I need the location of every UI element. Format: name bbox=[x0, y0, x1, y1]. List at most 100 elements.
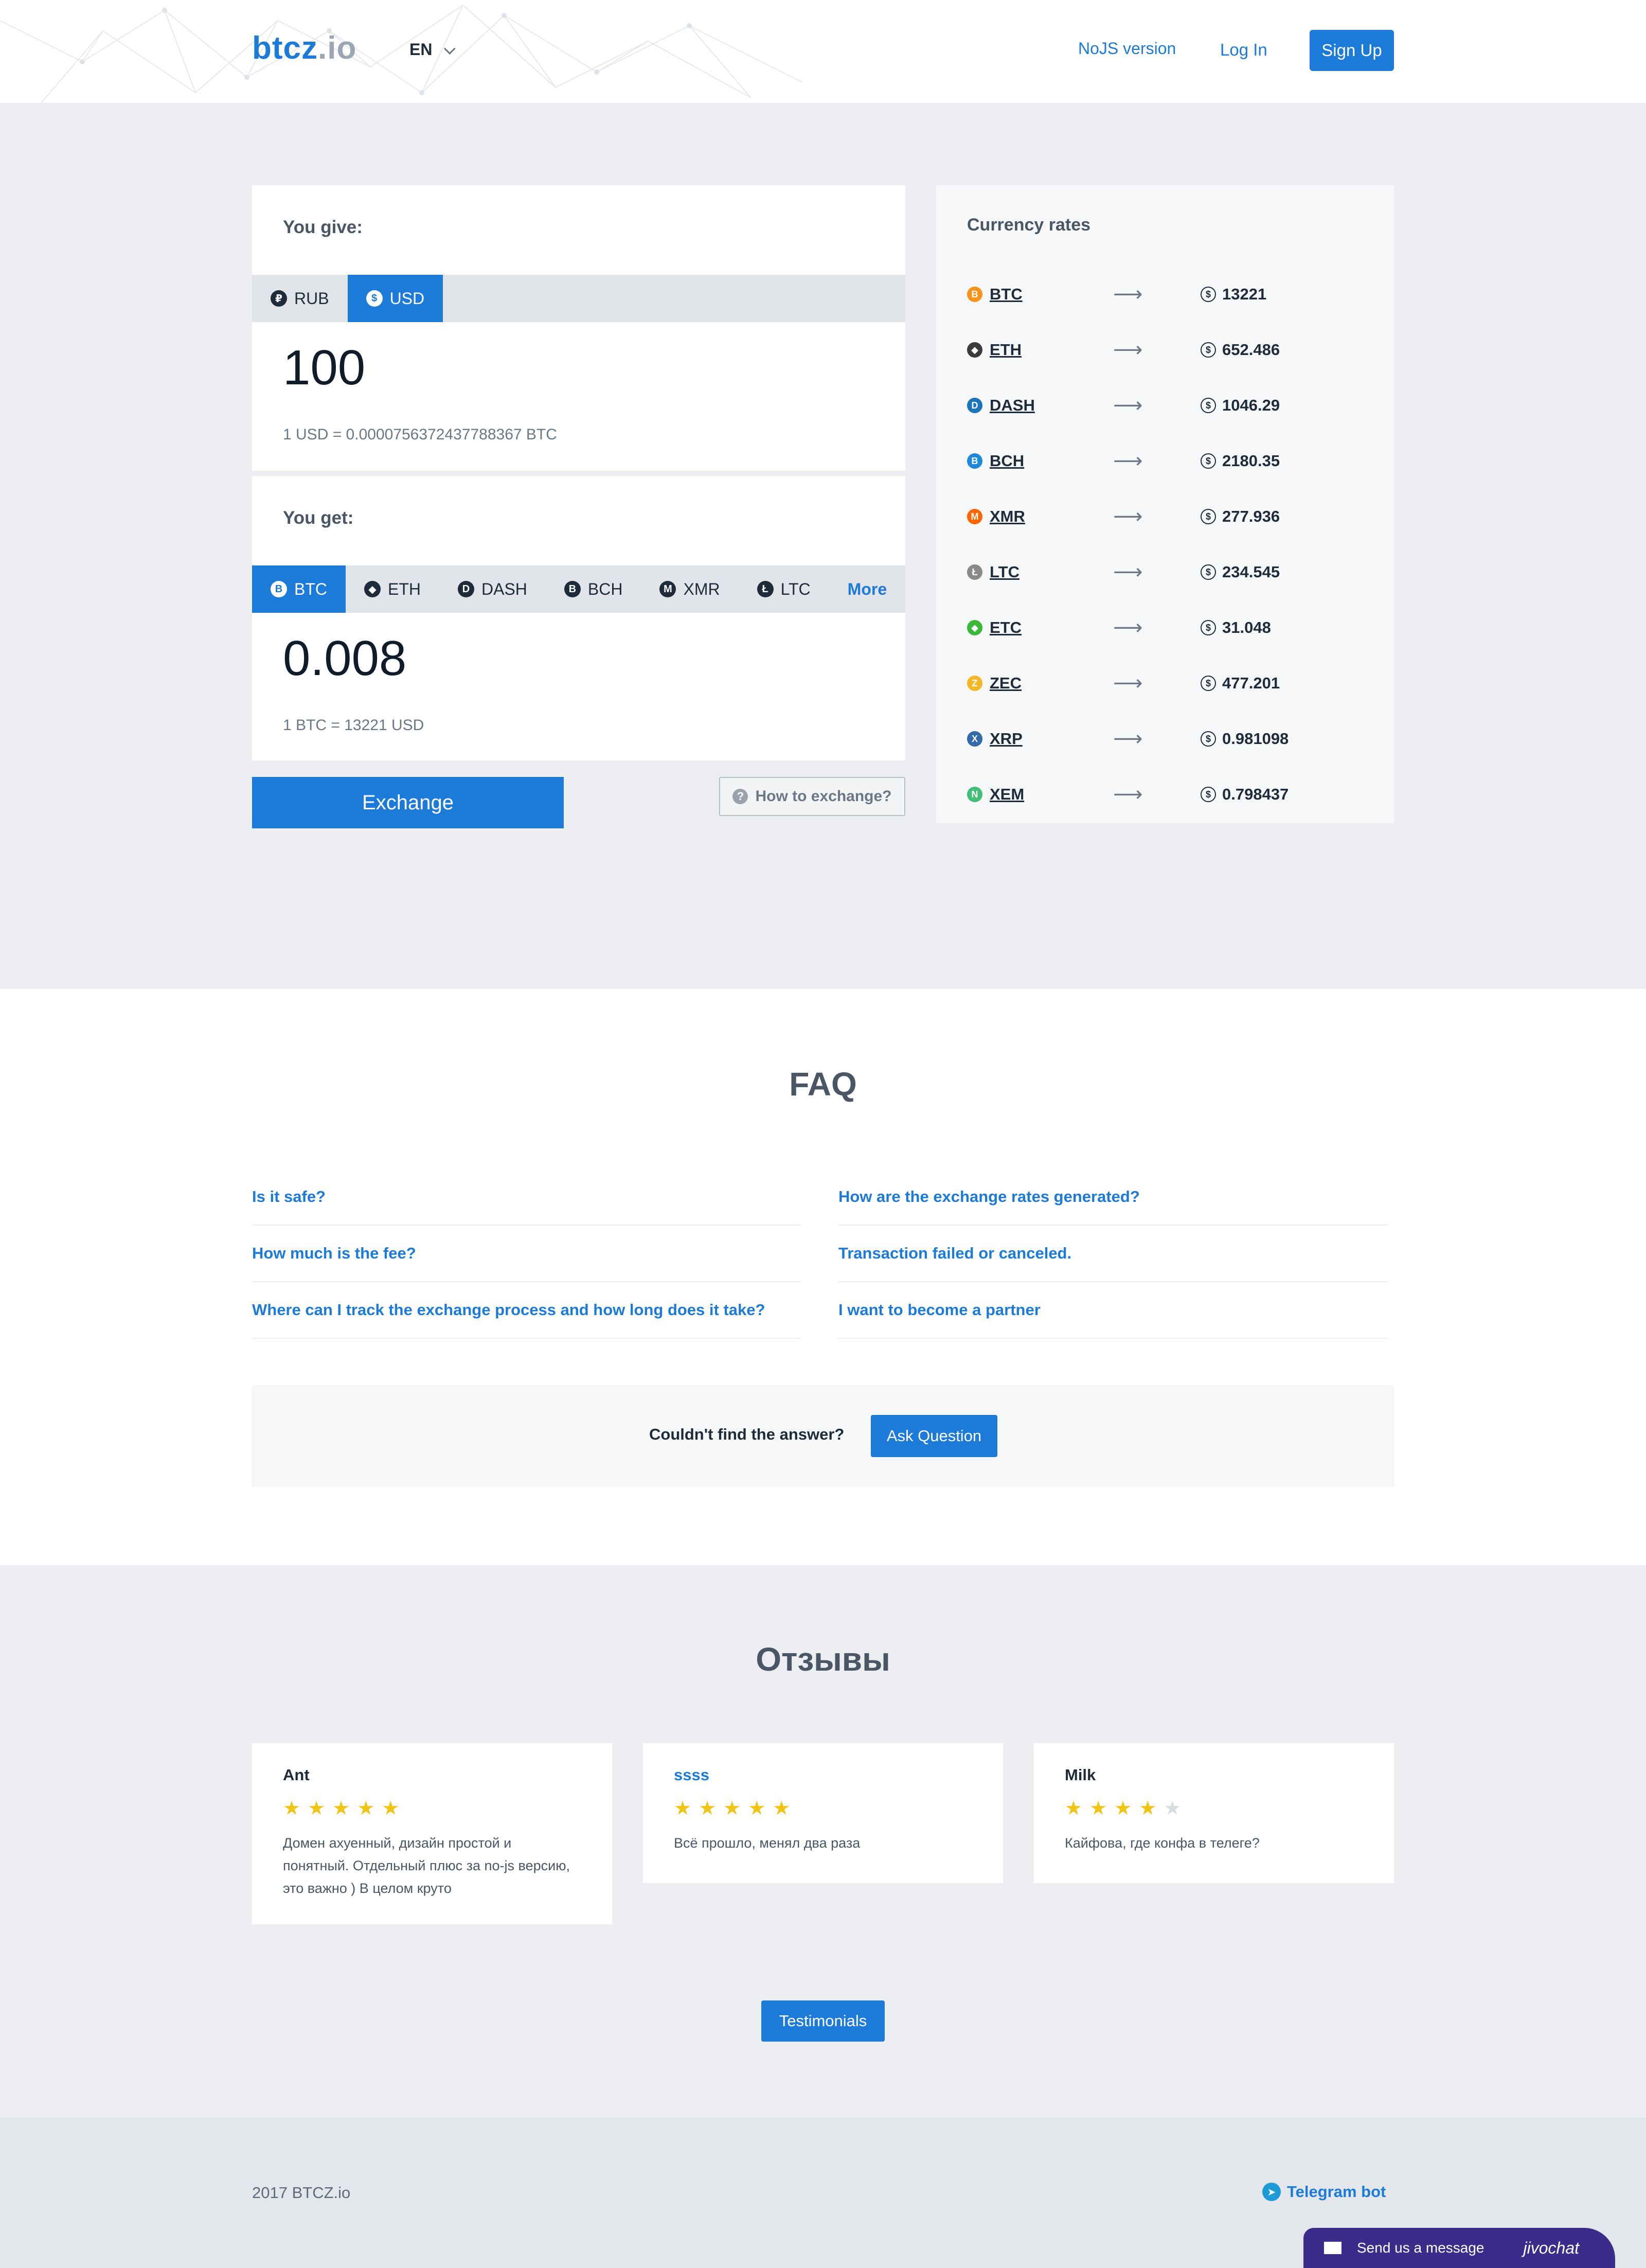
eth-icon: ◆ bbox=[967, 342, 982, 358]
tab-rub[interactable]: ₽ RUB bbox=[252, 275, 348, 322]
rate-value: 2180.35 bbox=[1222, 452, 1280, 470]
rate-row-bch: B BCH ⟶ $2180.35 bbox=[967, 446, 1379, 476]
get-label: You get: bbox=[283, 508, 354, 528]
give-amount-input[interactable]: 100 bbox=[283, 340, 365, 396]
get-amount-input[interactable]: 0.008 bbox=[283, 630, 406, 687]
rate-row-dash: D DASH ⟶ $1046.29 bbox=[967, 390, 1379, 421]
tab-bch[interactable]: B BCH bbox=[546, 565, 641, 613]
login-link[interactable]: Log In bbox=[1220, 40, 1267, 60]
tab-dash[interactable]: D DASH bbox=[439, 565, 546, 613]
rate-row-zec: Z ZEC ⟶ $477.201 bbox=[967, 668, 1379, 699]
xem-icon: N bbox=[967, 787, 982, 802]
faq-item[interactable]: How much is the fee? bbox=[252, 1226, 801, 1282]
faq-item[interactable]: Transaction failed or canceled. bbox=[838, 1226, 1388, 1282]
rate-value: 652.486 bbox=[1222, 341, 1280, 359]
rate-currency-link[interactable]: DASH bbox=[990, 396, 1113, 415]
rate-row-btc: B BTC ⟶ $13221 bbox=[967, 279, 1379, 310]
ruble-icon: ₽ bbox=[271, 290, 287, 307]
rate-row-xmr: M XMR ⟶ $277.936 bbox=[967, 501, 1379, 532]
dollar-icon: $ bbox=[1201, 787, 1216, 802]
rate-row-xem: N XEM ⟶ $0.798437 bbox=[967, 779, 1379, 810]
rate-currency-link[interactable]: XMR bbox=[990, 507, 1113, 526]
how-to-label: How to exchange? bbox=[755, 788, 892, 805]
etc-icon: ◆ bbox=[967, 620, 982, 635]
give-rate: 1 USD = 0.0000756372437788367 BTC bbox=[283, 426, 557, 443]
reviews-title: Отзывы bbox=[756, 1641, 890, 1678]
arrow-right-icon: ⟶ bbox=[1113, 283, 1143, 306]
get-panel: You get: B BTC ◆ ETH D DASH B BCH M XMR Ł LTC … bbox=[252, 476, 905, 760]
review-rating: ★★★★★ bbox=[674, 1798, 798, 1819]
rate-currency-link[interactable]: ETC bbox=[990, 618, 1113, 637]
faq-item[interactable]: Where can I track the exchange process a… bbox=[252, 1282, 801, 1339]
dollar-icon: $ bbox=[1201, 453, 1216, 469]
arrow-right-icon: ⟶ bbox=[1113, 783, 1143, 806]
exchange-button[interactable]: Exchange bbox=[252, 777, 564, 828]
rate-value: 13221 bbox=[1222, 285, 1267, 303]
dollar-icon: $ bbox=[1201, 287, 1216, 302]
tab-label: BCH bbox=[587, 579, 623, 598]
chat-brand: jivochat bbox=[1523, 2238, 1580, 2257]
faq-item[interactable]: How are the exchange rates generated? bbox=[838, 1169, 1388, 1226]
tab-label: BTC bbox=[294, 579, 327, 598]
tab-ltc[interactable]: Ł LTC bbox=[739, 565, 829, 613]
xrp-icon: X bbox=[967, 731, 982, 747]
bch-icon: B bbox=[967, 453, 982, 469]
review-text: Кайфова, где конфа в телеге? bbox=[1065, 1835, 1260, 1851]
tab-eth[interactable]: ◆ ETH bbox=[346, 565, 439, 613]
telegram-bot-link[interactable]: ➤ Telegram bot bbox=[1262, 2183, 1386, 2201]
rate-currency-link[interactable]: ETH bbox=[990, 341, 1113, 359]
header: btcz.io EN NoJS version Log In Sign Up bbox=[0, 0, 1646, 103]
review-author: ssss bbox=[674, 1766, 709, 1784]
btc-icon: B bbox=[967, 287, 982, 302]
rate-currency-link[interactable]: XRP bbox=[990, 730, 1113, 748]
rate-value: 234.545 bbox=[1222, 563, 1280, 581]
more-currencies-button[interactable]: More bbox=[829, 565, 916, 613]
rate-currency-link[interactable]: LTC bbox=[990, 563, 1113, 581]
arrow-right-icon: ⟶ bbox=[1113, 394, 1143, 417]
rate-row-ltc: Ł LTC ⟶ $234.545 bbox=[967, 557, 1379, 588]
tab-usd[interactable]: $ USD bbox=[347, 275, 443, 322]
review-rating: ★★★★★ bbox=[1065, 1798, 1189, 1819]
bitcoin-icon: B bbox=[271, 581, 287, 597]
rate-currency-link[interactable]: BTC bbox=[990, 285, 1113, 304]
how-to-exchange-button[interactable]: ? How to exchange? bbox=[719, 777, 905, 816]
faq-section: FAQ Is it safe? How much is the fee? Whe… bbox=[0, 989, 1646, 1565]
give-currency-tabs: ₽ RUB $ USD bbox=[252, 275, 905, 322]
review-rating: ★★★★★ bbox=[283, 1798, 407, 1819]
tab-label: USD bbox=[389, 289, 425, 308]
dollar-icon: $ bbox=[1201, 564, 1216, 580]
rates-title: Currency rates bbox=[967, 215, 1091, 235]
question-icon: ? bbox=[732, 789, 748, 804]
rate-currency-link[interactable]: ZEC bbox=[990, 674, 1113, 693]
page: btcz.io EN NoJS version Log In Sign Up Y… bbox=[0, 0, 1646, 2268]
currency-rates-panel: Currency rates B BTC ⟶ $13221 ◆ ETH ⟶ $652.486 D… bbox=[936, 185, 1394, 823]
faq-item[interactable]: I want to become a partner bbox=[838, 1282, 1388, 1339]
arrow-right-icon: ⟶ bbox=[1113, 616, 1143, 639]
give-label: You give: bbox=[283, 217, 363, 237]
rate-value: 277.936 bbox=[1222, 507, 1280, 525]
tab-btc[interactable]: B BTC bbox=[252, 565, 346, 613]
nojs-link[interactable]: NoJS version bbox=[1078, 39, 1176, 58]
language-select[interactable]: EN bbox=[409, 40, 456, 59]
testimonials-button[interactable]: Testimonials bbox=[761, 2000, 885, 2042]
ask-question-box: Couldn't find the answer? Ask Question bbox=[252, 1385, 1394, 1487]
tab-label: LTC bbox=[780, 579, 811, 598]
chat-widget[interactable]: Send us a message jivochat bbox=[1303, 2228, 1615, 2268]
logo[interactable]: btcz.io bbox=[252, 30, 356, 66]
give-panel: You give: ₽ RUB $ USD 100 1 USD = 0.000075… bbox=[252, 185, 905, 471]
rate-value: 1046.29 bbox=[1222, 396, 1280, 414]
faq-item[interactable]: Is it safe? bbox=[252, 1169, 801, 1226]
logo-main: btcz bbox=[252, 30, 318, 66]
ask-question-button[interactable]: Ask Question bbox=[871, 1415, 997, 1457]
rate-row-eth: ◆ ETH ⟶ $652.486 bbox=[967, 334, 1379, 365]
rate-currency-link[interactable]: XEM bbox=[990, 785, 1113, 804]
review-text: Всё прошло, менял два раза bbox=[674, 1835, 861, 1851]
signup-button[interactable]: Sign Up bbox=[1310, 30, 1394, 71]
bitcoin-cash-icon: B bbox=[564, 581, 581, 597]
tab-label: DASH bbox=[481, 579, 527, 598]
monero-icon: M bbox=[659, 581, 676, 597]
rate-currency-link[interactable]: BCH bbox=[990, 452, 1113, 470]
review-card: ssss ★★★★★ Всё прошло, менял два раза bbox=[643, 1743, 1003, 1883]
tab-xmr[interactable]: M XMR bbox=[641, 565, 738, 613]
tab-label: ETH bbox=[388, 579, 421, 598]
